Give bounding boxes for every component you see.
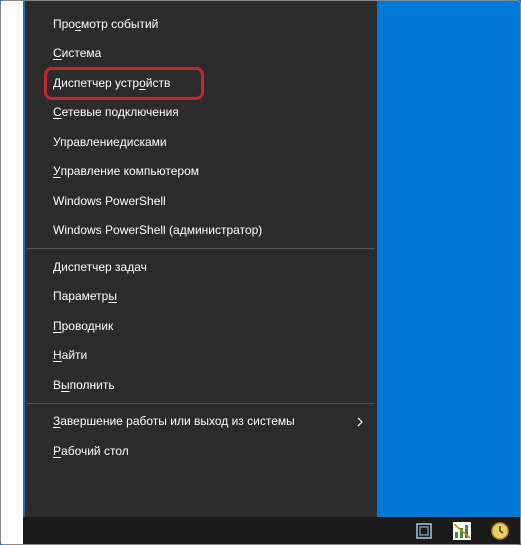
winx-context-menu: Просмотр событийСистемаДиспетчер устройс… xyxy=(23,1,377,519)
chevron-right-icon xyxy=(357,416,363,426)
menu-item-2[interactable]: Диспетчер устройств xyxy=(25,68,377,98)
menu-item-4[interactable]: Управление дисками xyxy=(25,127,377,157)
chart-icon[interactable] xyxy=(452,521,472,541)
menu-item-12[interactable]: Найти xyxy=(25,341,377,371)
menu-separator xyxy=(27,248,375,249)
vbox-icon[interactable] xyxy=(414,521,434,541)
menu-item-5[interactable]: Управление компьютером xyxy=(25,157,377,187)
menu-item-0[interactable]: Просмотр событий xyxy=(25,9,377,39)
menu-item-13[interactable]: Выполнить xyxy=(25,370,377,400)
outer-bg-strip xyxy=(1,1,23,544)
menu-item-15[interactable]: Завершение работы или выход из системы xyxy=(25,407,377,437)
taskbar xyxy=(23,517,520,544)
menu-item-1[interactable]: Система xyxy=(25,39,377,69)
clock-icon[interactable] xyxy=(490,521,510,541)
menu-item-9[interactable]: Диспетчер задач xyxy=(25,252,377,282)
menu-item-3[interactable]: Сетевые подключения xyxy=(25,98,377,128)
menu-item-16[interactable]: Рабочий стол xyxy=(25,436,377,466)
menu-item-6[interactable]: Windows PowerShell xyxy=(25,186,377,216)
menu-separator xyxy=(27,403,375,404)
menu-item-11[interactable]: Проводник xyxy=(25,311,377,341)
menu-item-7[interactable]: Windows PowerShell (администратор) xyxy=(25,216,377,246)
menu-item-10[interactable]: Параметры xyxy=(25,282,377,312)
